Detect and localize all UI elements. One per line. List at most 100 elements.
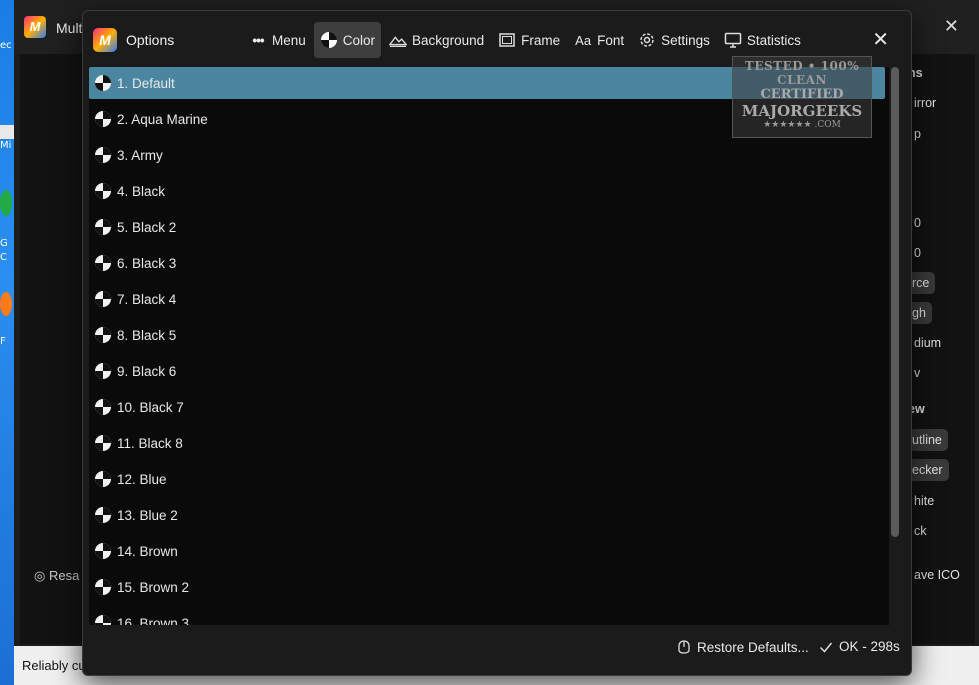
tab-label: Settings	[661, 32, 710, 48]
option-label[interactable]: v	[914, 366, 920, 380]
color-list-item-label: 5. Black 2	[117, 219, 177, 235]
ellipsis-icon: •••	[252, 32, 264, 48]
firefox-icon[interactable]	[0, 292, 12, 316]
color-list-item[interactable]: 16. Brown 3	[89, 607, 885, 625]
color-list-item-label: 13. Blue 2	[117, 507, 178, 523]
watermark-line: TESTED • 100% CLEAN	[744, 59, 860, 87]
color-list-item[interactable]: 12. Blue	[89, 463, 885, 495]
color-list-item[interactable]: 8. Black 5	[89, 319, 885, 351]
color-ball-icon	[94, 146, 112, 164]
color-list-item[interactable]: 5. Black 2	[89, 211, 885, 243]
color-ball-icon	[94, 470, 112, 488]
desktop-label: C	[0, 252, 7, 263]
tab-label: Frame	[521, 32, 561, 48]
color-list-item-label: 11. Black 8	[117, 435, 183, 451]
option-button[interactable]: ecker	[906, 459, 949, 481]
color-list-item-label: 8. Black 5	[117, 327, 177, 343]
monitor-icon	[724, 31, 742, 49]
color-wheel-icon	[320, 31, 338, 49]
restore-defaults-button[interactable]: Restore Defaults...	[677, 639, 809, 655]
watermark-line: ★★★★★★ .COM	[763, 120, 841, 130]
list-scrollbar[interactable]	[889, 67, 901, 625]
tab-color[interactable]: Color	[313, 22, 382, 58]
color-ball-icon	[94, 542, 112, 560]
color-ball-icon	[94, 362, 112, 380]
desktop-shortcut-icon[interactable]	[0, 125, 14, 139]
color-list-item[interactable]: 13. Blue 2	[89, 499, 885, 531]
color-list[interactable]: 1. Default 2. Aqua Marine 3. Army 4. Black 5…	[89, 67, 889, 625]
close-icon[interactable]: ✕	[872, 27, 889, 52]
save-ico-button[interactable]: ave ICO	[914, 568, 960, 582]
watermark-line: CERTIFIED	[760, 87, 844, 102]
app-logo-icon: M	[93, 28, 117, 52]
gear-icon	[638, 31, 656, 49]
tab-label: Menu	[272, 32, 306, 48]
dialog-title: Options	[126, 32, 175, 48]
tab-menu[interactable]: ••• Menu	[243, 22, 312, 58]
color-list-item[interactable]: 9. Black 6	[89, 355, 885, 387]
color-list-item-label: 1. Default	[117, 75, 175, 91]
option-label[interactable]: p	[914, 127, 921, 141]
tab-font[interactable]: Aa Font	[568, 22, 630, 58]
desktop-label: ec	[0, 40, 12, 51]
color-ball-icon	[94, 398, 112, 416]
color-list-item-label: 14. Brown	[117, 543, 178, 559]
color-list-item[interactable]: 6. Black 3	[89, 247, 885, 279]
tab-label: Color	[342, 32, 376, 48]
color-ball-icon	[94, 74, 112, 92]
color-list-item-label: 3. Army	[117, 147, 163, 163]
color-ball-icon	[94, 506, 112, 524]
tab-frame[interactable]: Frame	[492, 22, 566, 58]
tab-settings[interactable]: Settings	[632, 22, 716, 58]
option-label[interactable]: hite	[914, 494, 934, 508]
color-list-item-label: 2. Aqua Marine	[117, 111, 208, 127]
ok-label: OK - 298s	[839, 639, 900, 654]
frame-icon	[498, 31, 516, 49]
majorgeeks-watermark: TESTED • 100% CLEAN CERTIFIED MAJORGEEKS…	[732, 56, 872, 138]
tab-background[interactable]: Background	[383, 22, 490, 58]
color-list-item[interactable]: 7. Black 4	[89, 283, 885, 315]
scrollbar-thumb[interactable]	[891, 67, 899, 537]
color-list-item[interactable]: 11. Black 8	[89, 427, 885, 459]
color-list-item[interactable]: 14. Brown	[89, 535, 885, 567]
dialog-footer: Restore Defaults... OK - 298s	[83, 629, 911, 675]
option-button[interactable]: utline	[906, 429, 948, 451]
color-list-item[interactable]: 10. Black 7	[89, 391, 885, 423]
color-ball-icon	[94, 578, 112, 596]
option-label[interactable]: 0	[914, 216, 921, 230]
checkmark-icon	[819, 640, 833, 654]
color-ball-icon	[94, 290, 112, 308]
color-list-item[interactable]: 4. Black	[89, 175, 885, 207]
restore-icon	[677, 639, 691, 655]
option-label[interactable]: irror	[914, 96, 936, 110]
font-icon: Aa	[575, 32, 592, 48]
landscape-icon	[389, 31, 408, 49]
color-list-item-label: 16. Brown 3	[117, 615, 190, 626]
color-ball-icon	[94, 434, 112, 452]
color-ball-icon	[94, 110, 112, 128]
option-label[interactable]: 0	[914, 246, 921, 260]
color-list-item[interactable]: 3. Army	[89, 139, 885, 171]
color-list-item-label: 4. Black	[117, 183, 166, 199]
main-close-icon[interactable]: ✕	[944, 16, 959, 37]
eye-icon[interactable]: ◎ Resa	[34, 568, 79, 584]
status-text: Reliably cu	[22, 658, 86, 673]
tab-label: Statistics	[746, 32, 801, 48]
color-list-item-label: 7. Black 4	[117, 291, 177, 307]
color-list-item-label: 12. Blue	[117, 471, 167, 487]
app-logo-icon: M	[24, 16, 46, 38]
chrome-icon[interactable]	[0, 190, 12, 216]
color-ball-icon	[94, 254, 112, 272]
color-ball-icon	[94, 326, 112, 344]
color-list-item[interactable]: 15. Brown 2	[89, 571, 885, 603]
tab-label: Background	[412, 32, 485, 48]
option-label[interactable]: dium	[914, 336, 941, 350]
tab-bar: ••• Menu Color Background Frame Aa Font …	[243, 22, 809, 58]
color-list-item-label: 9. Black 6	[117, 363, 177, 379]
color-list-item-label: 6. Black 3	[117, 255, 177, 271]
watermark-line: MAJORGEEKS	[741, 102, 863, 120]
option-label[interactable]: ck	[914, 524, 927, 538]
tab-statistics[interactable]: Statistics	[718, 22, 807, 58]
main-right-options: ns irror p 0 0 rce gh dium v ew utline e…	[904, 54, 979, 644]
ok-button[interactable]: OK - 298s	[819, 639, 900, 654]
